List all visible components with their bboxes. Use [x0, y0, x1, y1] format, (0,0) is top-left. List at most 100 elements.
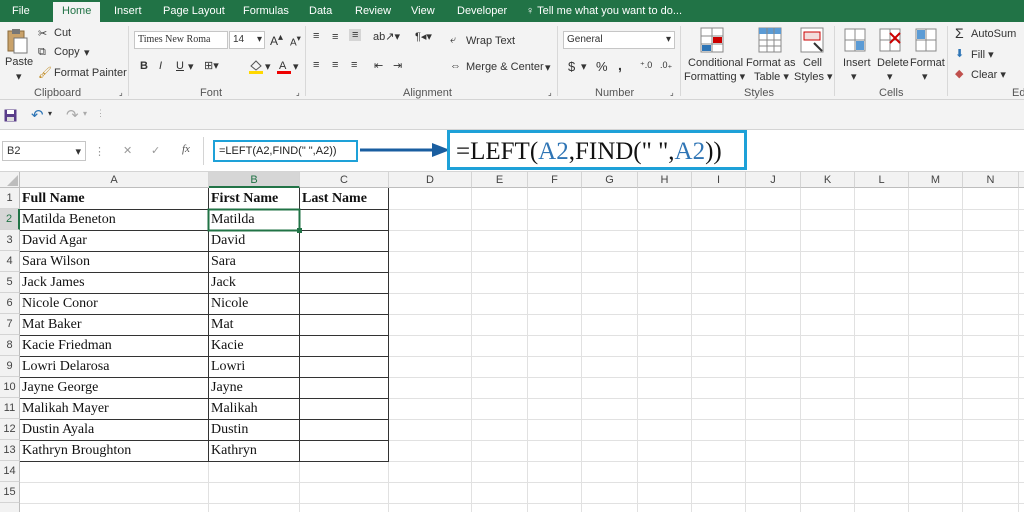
clear-button[interactable]: Clear ▾	[971, 68, 1006, 81]
insert-cells-button[interactable]: Insert	[843, 57, 871, 69]
tab-page-layout[interactable]: Page Layout	[163, 5, 225, 17]
worksheet-grid[interactable]: A B C D E F G H I J K L M N 1 2 3 4 5 6 …	[0, 172, 1024, 512]
wrap-text-button[interactable]: Wrap Text	[466, 35, 515, 47]
column-header[interactable]: M	[909, 172, 963, 188]
tab-file[interactable]: File	[12, 5, 30, 17]
row-header[interactable]: 5	[0, 272, 20, 293]
insert-dropdown-icon[interactable]: ▾	[851, 70, 857, 83]
decrease-font-size-icon[interactable]: A▾	[290, 33, 301, 48]
percent-button[interactable]: %	[596, 59, 608, 74]
currency-dropdown-icon[interactable]: ▾	[581, 60, 587, 73]
cancel-entry-icon[interactable]: ✕	[123, 144, 132, 157]
underline-button[interactable]: U	[176, 60, 184, 72]
align-right-icon[interactable]: ≡	[351, 59, 357, 71]
row-header[interactable]	[0, 503, 20, 512]
tab-view[interactable]: View	[411, 5, 435, 17]
font-size-select[interactable]: 14 ▾	[229, 31, 265, 49]
column-header[interactable]: L	[855, 172, 909, 188]
middle-align-icon[interactable]: ≡	[332, 31, 338, 43]
cell-styles-sub[interactable]: Styles ▾	[794, 70, 833, 83]
formula-input[interactable]: =LEFT(A2,FIND(" ",A2))	[219, 145, 337, 157]
first-name-cell[interactable]: Nicole	[209, 293, 248, 314]
column-header[interactable]: H	[638, 172, 692, 188]
first-name-cell-selected[interactable]: Matilda	[209, 209, 255, 230]
first-name-cell[interactable]: David	[209, 230, 245, 251]
decrease-indent-icon[interactable]: ⇤	[374, 59, 383, 72]
full-name-cell[interactable]: Nicole Conor	[20, 293, 98, 314]
alignment-launcher-icon[interactable]: ⌟	[548, 88, 552, 97]
tab-developer[interactable]: Developer	[457, 5, 507, 17]
full-name-cell[interactable]: Malikah Mayer	[20, 398, 109, 419]
cut-button[interactable]: Cut	[54, 27, 71, 39]
column-header[interactable]: I	[692, 172, 746, 188]
full-name-cell[interactable]: David Agar	[20, 230, 87, 251]
header-cell-last-name[interactable]: Last Name	[300, 188, 367, 209]
orientation-icon[interactable]: ab↗▾	[373, 30, 400, 43]
save-icon[interactable]	[4, 109, 17, 122]
first-name-cell[interactable]: Sara	[209, 251, 236, 272]
number-launcher-icon[interactable]: ⌟	[670, 88, 674, 97]
column-header[interactable]: D	[389, 172, 472, 188]
bold-button[interactable]: B	[140, 60, 148, 72]
font-launcher-icon[interactable]: ⌟	[296, 88, 300, 97]
column-header[interactable]: C	[300, 172, 389, 188]
row-header[interactable]: 13	[0, 440, 20, 461]
full-name-cell[interactable]: Kacie Friedman	[20, 335, 112, 356]
font-color-dropdown-icon[interactable]: ▾	[293, 60, 299, 73]
italic-button[interactable]: I	[159, 60, 162, 72]
autosum-button[interactable]: AutoSum	[971, 28, 1016, 40]
full-name-cell[interactable]: Dustin Ayala	[20, 419, 94, 440]
column-header-selected[interactable]: B	[209, 172, 300, 188]
first-name-cell[interactable]: Kacie	[209, 335, 244, 356]
format-cells-button[interactable]: Format	[910, 57, 945, 69]
paste-button[interactable]: Paste	[5, 56, 33, 68]
format-as-table-icon[interactable]	[758, 27, 784, 55]
conditional-formatting-sub[interactable]: Formatting ▾	[684, 70, 745, 83]
column-header[interactable]: K	[801, 172, 855, 188]
top-align-icon[interactable]: ≡	[313, 30, 319, 42]
format-dropdown-icon[interactable]: ▾	[922, 70, 928, 83]
insert-cells-icon[interactable]	[843, 27, 869, 55]
column-header[interactable]: J	[746, 172, 801, 188]
format-painter-button[interactable]: Format Painter	[54, 67, 127, 79]
redo-icon[interactable]: ↷	[66, 106, 79, 124]
header-cell-first-name[interactable]: First Name	[209, 188, 278, 209]
first-name-cell[interactable]: Kathryn	[209, 440, 257, 461]
delete-dropdown-icon[interactable]: ▾	[887, 70, 893, 83]
full-name-cell[interactable]: Sara Wilson	[20, 251, 90, 272]
row-header[interactable]: 1	[0, 188, 20, 209]
row-header[interactable]: 7	[0, 314, 20, 335]
cell-styles-icon[interactable]	[800, 27, 826, 55]
paste-dropdown-icon[interactable]: ▾	[16, 70, 22, 83]
row-header-selected[interactable]: 2	[0, 209, 20, 230]
tab-insert[interactable]: Insert	[114, 5, 142, 17]
first-name-cell[interactable]: Jack	[209, 272, 236, 293]
column-header[interactable]: N	[963, 172, 1019, 188]
increase-font-size-icon[interactable]: A▴	[270, 32, 283, 48]
insert-function-button[interactable]: fx	[182, 143, 190, 155]
column-header[interactable]: G	[582, 172, 638, 188]
tab-review[interactable]: Review	[355, 5, 391, 17]
currency-button[interactable]: $	[568, 59, 575, 74]
borders-icon[interactable]: ⊞▾	[204, 59, 219, 72]
full-name-cell[interactable]: Mat Baker	[20, 314, 81, 335]
copy-dropdown-icon[interactable]: ▾	[84, 46, 90, 59]
tab-formulas[interactable]: Formulas	[243, 5, 289, 17]
select-all-corner[interactable]	[0, 172, 20, 188]
row-header[interactable]: 10	[0, 377, 20, 398]
enter-check-icon[interactable]: ✓	[151, 144, 160, 157]
first-name-cell[interactable]: Dustin	[209, 419, 248, 440]
customize-toolbar-icon[interactable]: ⋮	[96, 108, 105, 119]
delete-cells-icon[interactable]	[878, 27, 904, 55]
increase-indent-icon[interactable]: ⇥	[393, 59, 402, 72]
merge-dropdown-icon[interactable]: ▾	[545, 61, 551, 74]
font-color-icon[interactable]: A	[276, 58, 292, 74]
row-header[interactable]: 8	[0, 335, 20, 356]
column-header[interactable]: F	[528, 172, 582, 188]
row-header[interactable]: 14	[0, 461, 20, 482]
text-direction-icon[interactable]: ¶◂▾	[415, 30, 432, 43]
row-header[interactable]: 11	[0, 398, 20, 419]
align-left-icon[interactable]: ≡	[313, 59, 319, 71]
increase-decimal-icon[interactable]: ⁺.0	[640, 60, 652, 71]
paste-icon[interactable]	[6, 28, 28, 54]
